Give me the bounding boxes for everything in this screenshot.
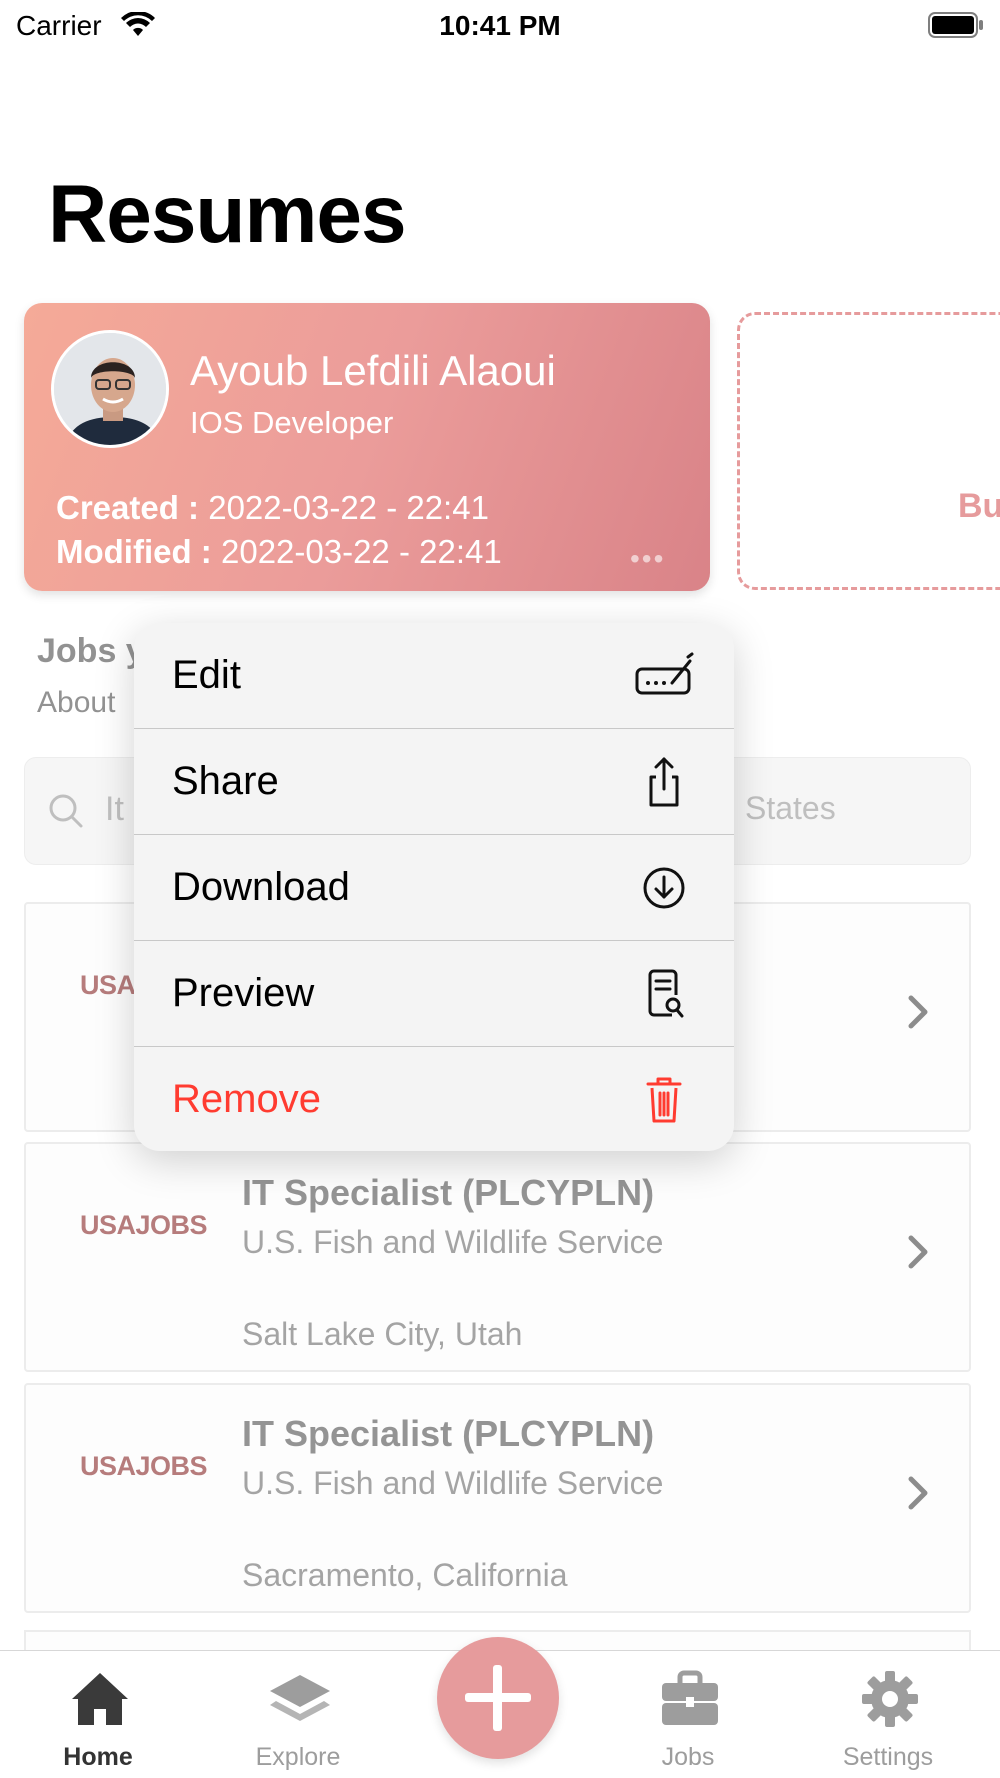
menu-item-label: Preview [172, 971, 315, 1015]
menu-item-edit[interactable]: Edit [134, 623, 734, 729]
modified-label: Modified : [56, 533, 212, 570]
search-location-text: States [745, 790, 836, 826]
download-icon [643, 867, 685, 909]
signature-icon [635, 652, 694, 695]
chevron-right-icon [908, 1476, 928, 1510]
tab-jobs[interactable]: Jobs [608, 1651, 768, 1778]
job-title: IT Specialist (PLCYPLN) [242, 1172, 655, 1213]
avatar [51, 330, 169, 448]
menu-item-download[interactable]: Download [134, 835, 734, 941]
job-location: Salt Lake City, Utah [242, 1316, 523, 1352]
resume-name: Ayoub Lefdili Alaoui [190, 347, 556, 394]
search-icon [49, 794, 83, 828]
resume-context-menu: Edit Share Download Preview Remove [134, 623, 734, 1151]
modified-row: Modified : 2022-03-22 - 22:41 [56, 533, 502, 571]
status-time: 10:41 PM [439, 10, 561, 41]
layers-icon [270, 1675, 330, 1721]
tab-settings[interactable]: Settings [808, 1651, 968, 1778]
search-query-text: It [105, 790, 124, 828]
resume-card[interactable]: Ayoub Lefdili Alaoui IOS Developer Creat… [24, 303, 710, 591]
build-resume-card[interactable]: Bu [737, 312, 1000, 590]
resume-role: IOS Developer [190, 405, 394, 440]
usajobs-logo: USAJOBS [80, 1210, 208, 1240]
job-card[interactable]: USAJOBS IT Specialist (PLCYPLN) U.S. Fis… [24, 1142, 971, 1372]
menu-item-remove[interactable]: Remove [134, 1047, 734, 1151]
job-card[interactable]: USAJOBS IT Specialist (PLCYPLN) U.S. Fis… [24, 1383, 971, 1613]
preview-icon [648, 969, 684, 1018]
menu-item-preview[interactable]: Preview [134, 941, 734, 1047]
job-agency: U.S. Fish and Wildlife Service [242, 1224, 664, 1260]
tab-home[interactable]: Home [18, 1651, 178, 1778]
modified-value: 2022-03-22 - 22:41 [220, 533, 502, 570]
chevron-right-icon [908, 995, 928, 1029]
menu-item-label: Edit [172, 653, 241, 697]
tab-label: Home [63, 1743, 133, 1771]
tab-explore[interactable]: Explore [218, 1651, 378, 1778]
home-icon [72, 1673, 128, 1725]
tab-label: Explore [255, 1743, 341, 1771]
jobs-section-title: Jobs y [37, 632, 145, 670]
build-resume-label: Bu [958, 487, 1000, 525]
more-options-button[interactable]: ••• [630, 543, 665, 575]
created-label: Created : [56, 489, 200, 526]
job-title: IT Specialist (PLCYPLN) [242, 1413, 655, 1454]
menu-item-label: Remove [172, 1077, 321, 1121]
status-bar: Carrier 10:41 PM [0, 0, 1000, 52]
jobs-section-subtitle: About [37, 686, 116, 719]
battery-icon [928, 12, 983, 38]
job-agency: U.S. Fish and Wildlife Service [242, 1465, 664, 1501]
chevron-right-icon [908, 1235, 928, 1269]
job-location: Sacramento, California [242, 1557, 568, 1593]
gear-icon [862, 1671, 918, 1727]
created-row: Created : 2022-03-22 - 22:41 [56, 489, 489, 527]
share-icon [649, 757, 679, 807]
trash-icon [646, 1077, 682, 1123]
tab-label: Jobs [661, 1743, 715, 1771]
created-value: 2022-03-22 - 22:41 [208, 489, 489, 526]
briefcase-icon [662, 1670, 718, 1725]
page-title: Resumes [48, 169, 407, 260]
menu-item-label: Share [172, 759, 279, 803]
usajobs-logo: USAJOBS [80, 1451, 208, 1481]
menu-item-share[interactable]: Share [134, 729, 734, 835]
tab-label: Settings [842, 1743, 934, 1771]
add-resume-button[interactable] [437, 1637, 559, 1759]
menu-item-label: Download [172, 865, 350, 909]
